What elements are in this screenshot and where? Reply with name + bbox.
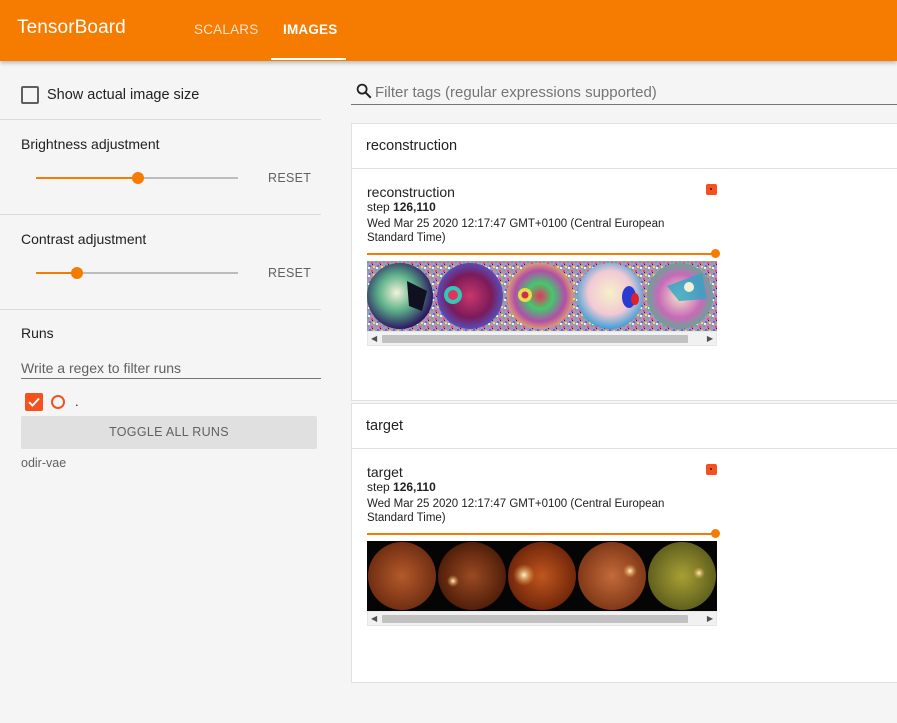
contrast-slider-knob[interactable] — [71, 267, 83, 279]
toggle-all-runs-button[interactable]: TOGGLE ALL RUNS — [21, 416, 317, 449]
category-reconstruction: reconstruction reconstruction step 126,1… — [351, 123, 897, 401]
show-actual-size-label: Show actual image size — [47, 87, 200, 103]
reconstruction-image — [367, 261, 717, 331]
checkmark-icon — [28, 397, 40, 407]
card-step: step 126,110 — [367, 200, 436, 214]
run-name: . — [75, 394, 79, 409]
top-app-bar: TensorBoard SCALARS IMAGES — [0, 0, 897, 61]
tag-filter-underline — [351, 104, 897, 105]
sidebar: Show actual image size Brightness adjust… — [0, 61, 321, 723]
step-value: 126,110 — [393, 480, 436, 494]
show-actual-size-checkbox[interactable] — [21, 86, 39, 104]
step-slider-knob[interactable] — [711, 249, 720, 258]
category-title: target — [366, 418, 404, 434]
scroll-right-icon[interactable]: ▶ — [707, 335, 713, 343]
runs-label: Runs — [21, 325, 54, 341]
brightness-slider-knob[interactable] — [132, 172, 144, 184]
brightness-reset-button[interactable]: RESET — [268, 171, 311, 185]
step-label: step — [367, 480, 390, 494]
image-scrollbar[interactable]: ◀ ▶ — [367, 611, 717, 626]
step-slider-track[interactable] — [367, 533, 713, 535]
run-color-indicator — [706, 184, 717, 195]
target-image-svg — [367, 541, 717, 611]
search-icon — [356, 83, 372, 99]
image-scrollbar[interactable]: ◀ ▶ — [367, 331, 717, 346]
contrast-section: Contrast adjustment RESET — [0, 215, 321, 310]
active-tab-indicator — [271, 58, 346, 60]
tag-filter-input[interactable] — [375, 80, 897, 104]
step-label: step — [367, 200, 390, 214]
step-slider-track[interactable] — [367, 253, 713, 255]
card-step: step 126,110 — [367, 480, 436, 494]
tab-scalars[interactable]: SCALARS — [194, 22, 258, 37]
card-timestamp: Wed Mar 25 2020 12:17:47 GMT+0100 (Centr… — [367, 218, 665, 244]
scroll-left-icon[interactable]: ◀ — [371, 615, 377, 623]
scroll-thumb[interactable] — [382, 335, 688, 343]
scroll-thumb[interactable] — [382, 615, 688, 623]
scroll-left-icon[interactable]: ◀ — [371, 335, 377, 343]
target-image — [367, 541, 717, 611]
step-slider-knob[interactable] — [711, 529, 720, 538]
image-size-section: Show actual image size — [0, 61, 321, 120]
scroll-right-icon[interactable]: ▶ — [707, 615, 713, 623]
card-timestamp: Wed Mar 25 2020 12:17:47 GMT+0100 (Centr… — [367, 498, 665, 524]
category-header[interactable]: target — [352, 404, 897, 449]
category-target: target target step 126,110 Wed Mar 25 20… — [351, 403, 897, 683]
category-title: reconstruction — [366, 138, 458, 154]
card-tag: reconstruction — [367, 184, 455, 200]
category-header[interactable]: reconstruction — [352, 124, 897, 169]
reconstruction-image-svg — [367, 261, 717, 331]
contrast-label: Contrast adjustment — [21, 231, 147, 247]
run-footer-label: odir-vae — [21, 456, 67, 470]
card-tag: target — [367, 464, 403, 480]
run-color-indicator — [706, 464, 717, 475]
run-color-radio[interactable] — [51, 395, 65, 409]
step-value: 126,110 — [393, 200, 436, 214]
app-brand: TensorBoard — [17, 17, 126, 38]
run-checkbox[interactable] — [25, 393, 43, 411]
brightness-slider-fill — [36, 177, 138, 179]
brightness-label: Brightness adjustment — [21, 136, 160, 152]
brightness-section: Brightness adjustment RESET — [0, 120, 321, 215]
contrast-reset-button[interactable]: RESET — [268, 266, 311, 280]
tab-images[interactable]: IMAGES — [283, 22, 337, 37]
runs-filter-input[interactable] — [21, 357, 321, 379]
